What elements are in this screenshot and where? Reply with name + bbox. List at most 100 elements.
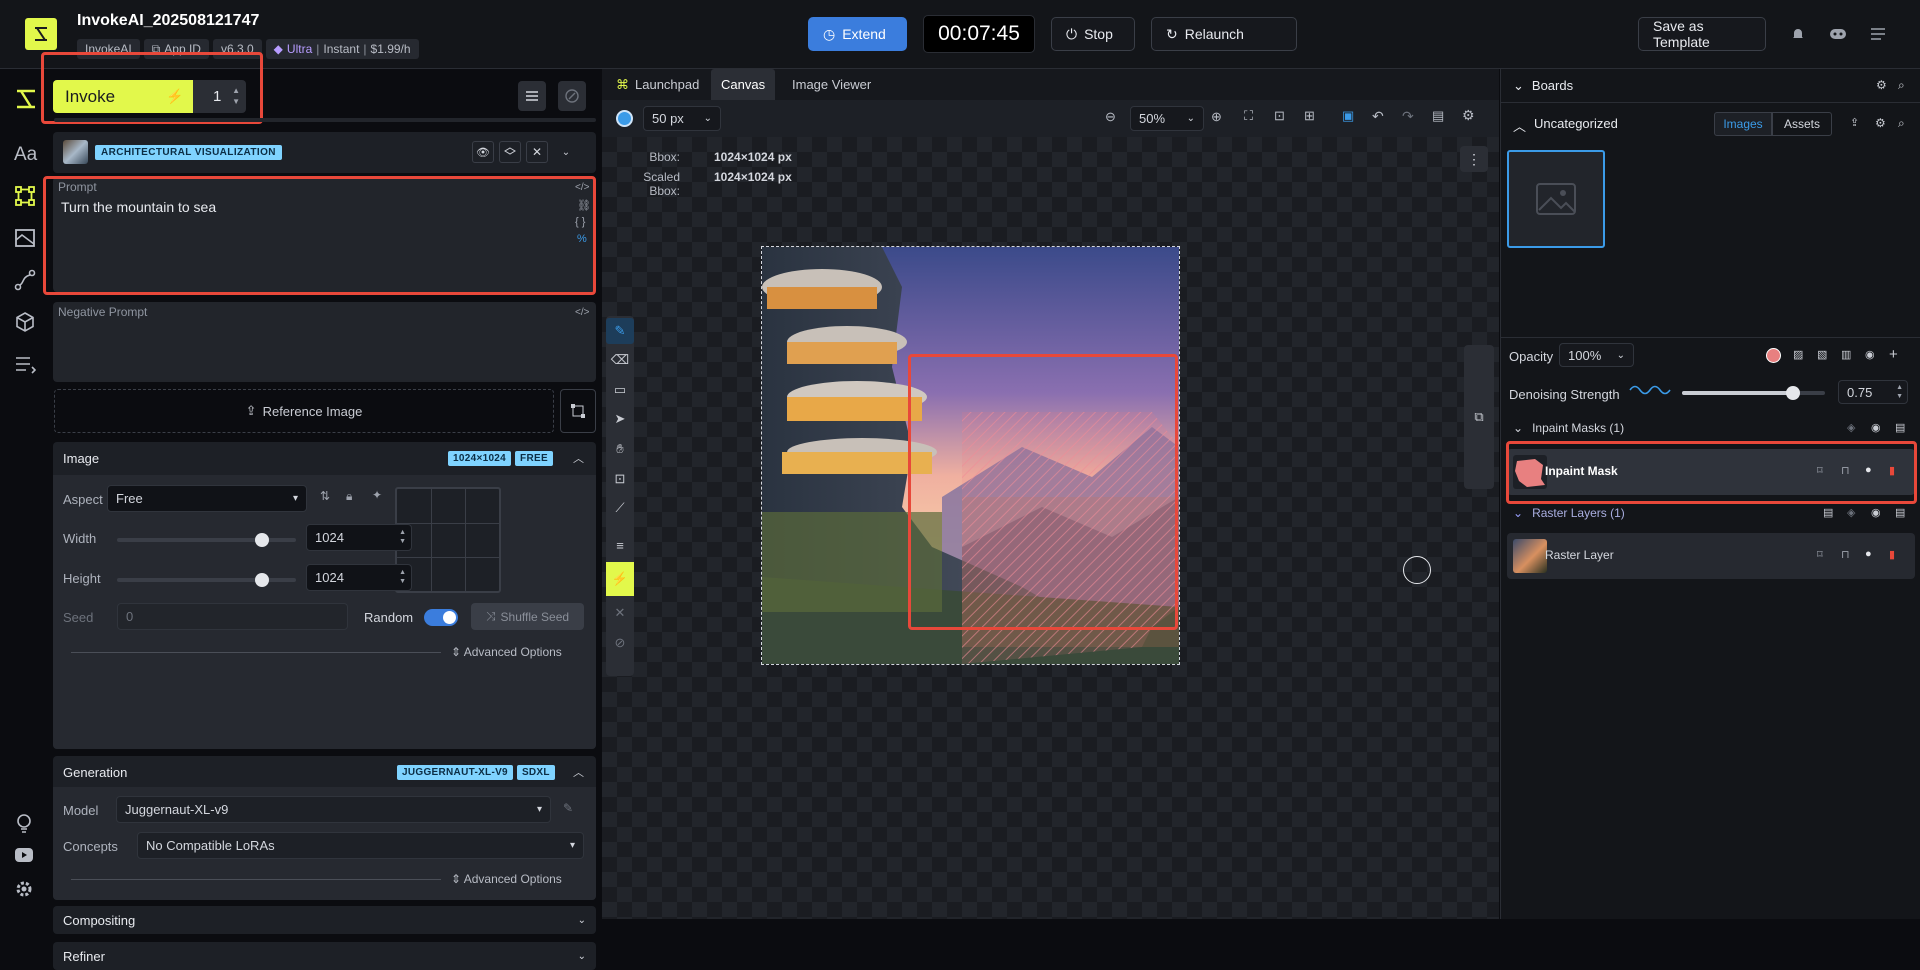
toggle-panel-button[interactable]: ⧉ — [1464, 345, 1494, 489]
image-section-title[interactable]: Image — [63, 451, 99, 466]
width-input[interactable]: 1024 ▲ ▼ — [306, 524, 412, 551]
shuffle-seed-button[interactable]: ⤨ Shuffle Seed — [471, 603, 584, 630]
denoise-slider-knob[interactable] — [1786, 386, 1800, 400]
link-icon[interactable]: ⛓ — [577, 199, 591, 212]
trash-icon[interactable]: ▮ — [1889, 464, 1895, 477]
lock-icon[interactable]: 🔒︎ — [346, 489, 352, 504]
width-slider[interactable] — [117, 533, 296, 547]
trash-icon[interactable]: ▮ — [1889, 548, 1895, 561]
hatch-icon[interactable]: ▧ — [1817, 348, 1827, 361]
settings-gear-icon[interactable]: ⚙ — [1875, 116, 1886, 130]
zoom-in-icon[interactable]: ⊕ — [1211, 109, 1222, 125]
height-input[interactable]: 1024 ▲ ▼ — [306, 564, 412, 591]
bbox-select-button[interactable] — [560, 389, 596, 433]
tab-assets[interactable]: Assets — [1772, 112, 1832, 136]
settings-gear-icon[interactable] — [14, 879, 38, 903]
visibility-dot-icon[interactable]: ● — [1865, 548, 1872, 560]
fit-layers-icon[interactable]: ⊞ — [1304, 108, 1315, 124]
prompt-text[interactable]: Turn the mountain to sea — [61, 199, 216, 215]
eye-icon[interactable]: ◉ — [1871, 506, 1881, 519]
height-slider[interactable] — [117, 573, 296, 587]
image-frame-icon[interactable] — [14, 227, 38, 251]
lock-icon[interactable]: ⊓ — [1841, 464, 1850, 477]
stepper-arrows-icon[interactable]: ▲ ▼ — [1896, 383, 1903, 401]
concepts-select[interactable]: No Compatible LoRAs ▾ — [137, 832, 584, 859]
models-cube-icon[interactable] — [14, 311, 38, 335]
discord-icon[interactable] — [1828, 24, 1848, 44]
invoke-lightning-icon[interactable]: ⚡ — [606, 562, 634, 596]
clear-queue-icon[interactable]: ⊘ — [606, 631, 634, 655]
upload-icon[interactable]: ⇪ — [1850, 116, 1859, 129]
settings-gear-icon[interactable]: ⚙ — [1462, 107, 1475, 124]
lightbulb-icon[interactable] — [14, 813, 38, 837]
zoom-out-icon[interactable]: ⊖ — [1105, 109, 1116, 125]
extend-button[interactable]: ◷ Extend — [808, 17, 907, 51]
cancel-x-icon[interactable]: ✕ — [606, 601, 634, 625]
inpaint-group-header[interactable]: ⌄ Inpaint Masks (1) — [1513, 421, 1624, 435]
sliders-icon[interactable]: ≡ — [606, 533, 634, 557]
stop-button[interactable]: ⏻ Stop — [1051, 17, 1135, 51]
search-icon[interactable]: ⌕ — [1898, 78, 1905, 93]
swap-icon[interactable]: ⇅ — [320, 489, 330, 503]
queue-menu-button[interactable] — [518, 81, 546, 111]
opacity-select[interactable]: 100% ⌄ — [1559, 343, 1634, 367]
canvas-stage[interactable]: Bbox: 1024×1024 px Scaled Bbox: 1024×102… — [602, 137, 1499, 919]
generation-title[interactable]: Generation — [63, 765, 127, 780]
document-icon[interactable]: ▤ — [1432, 108, 1444, 124]
fit-bbox-icon[interactable]: ⊡ — [1274, 108, 1285, 124]
denoise-input[interactable]: 0.75 ▲ ▼ — [1838, 380, 1908, 404]
youtube-icon[interactable] — [14, 847, 38, 871]
visibility-dot-icon[interactable]: ● — [1865, 464, 1872, 476]
delete-group-icon[interactable]: ▤ — [1895, 506, 1905, 519]
cancel-queue-button[interactable] — [558, 81, 586, 111]
eye-icon[interactable]: 👁 — [472, 141, 494, 163]
stepper-arrows-icon[interactable]: ▲ ▼ — [399, 568, 406, 586]
layer-row-inpaint-mask[interactable]: Inpaint Mask ⌑ ⊓ ● ▮ — [1507, 449, 1915, 495]
lock-icon[interactable]: ⊓ — [1841, 548, 1850, 561]
chevron-up-icon[interactable]: ︿ — [573, 764, 584, 780]
app-id-tag[interactable]: ⧉ App ID — [143, 39, 209, 59]
stepper-arrows-icon[interactable]: ▲ ▼ — [399, 528, 406, 546]
canvas-bbox[interactable] — [761, 246, 1180, 665]
model-select[interactable]: Juggernaut-XL-v9 ▾ — [116, 796, 551, 823]
advanced-options-toggle[interactable]: ⇕ Advanced Options — [451, 645, 562, 659]
seed-input[interactable]: 0 — [117, 603, 348, 630]
bbox-tool-icon[interactable]: ⊡ — [606, 467, 634, 491]
percent-icon[interactable]: % — [577, 233, 587, 245]
eraser-icon[interactable]: ⌫ — [606, 348, 634, 372]
stepper-arrows-icon[interactable]: ▲ ▼ — [232, 85, 240, 107]
compositing-section[interactable]: Compositing ⌄ — [53, 906, 596, 934]
rectangle-icon[interactable]: ▭ — [606, 378, 634, 402]
code-icon[interactable]: </> — [575, 307, 589, 318]
bell-icon[interactable] — [1788, 24, 1808, 44]
code-icon[interactable]: </> — [575, 182, 589, 193]
invoke-button[interactable]: Invoke ⚡ — [53, 80, 193, 113]
advanced-options-toggle[interactable]: ⇕ Advanced Options — [451, 872, 562, 886]
reference-image-button[interactable]: ⇪ Reference Image — [54, 389, 554, 433]
menu-icon[interactable] — [1868, 24, 1888, 44]
iterations-stepper[interactable]: 1 ▲ ▼ — [193, 80, 246, 113]
boards-header[interactable]: ⌄ Boards — [1513, 78, 1573, 94]
chevron-up-icon[interactable]: ︿ — [573, 450, 584, 466]
brush-size-select[interactable]: 50 px ⌄ — [643, 106, 721, 131]
invoke-home-icon[interactable] — [14, 87, 38, 111]
random-toggle[interactable] — [424, 609, 458, 626]
tab-canvas[interactable]: Canvas — [711, 69, 776, 100]
add-layer-icon[interactable]: + — [1889, 346, 1898, 363]
wand-icon[interactable]: ✎ — [563, 801, 573, 815]
eye-icon[interactable]: ◉ — [1865, 348, 1875, 361]
merge-icon[interactable]: ◈ — [1847, 506, 1855, 519]
braces-icon[interactable]: { } — [575, 216, 585, 228]
eyedropper-icon[interactable]: ⟋ — [606, 496, 634, 520]
eye-icon[interactable]: ◉ — [1871, 421, 1881, 434]
tab-launchpad[interactable]: ⌘ Launchpad — [606, 69, 709, 100]
stack-icon[interactable] — [499, 141, 521, 163]
prompt-box[interactable]: Prompt Turn the mountain to sea </> ⛓ { … — [53, 177, 596, 292]
save-icon[interactable]: ▣ — [1342, 108, 1354, 124]
zoom-select[interactable]: 50% ⌄ — [1130, 106, 1204, 131]
width-slider-knob[interactable] — [255, 533, 269, 547]
document-icon[interactable]: ▤ — [1823, 506, 1833, 519]
hand-icon[interactable]: ✋︎ — [606, 437, 634, 461]
undo-icon[interactable]: ↶ — [1372, 108, 1384, 125]
negative-prompt-box[interactable]: Negative Prompt </> — [53, 302, 596, 382]
